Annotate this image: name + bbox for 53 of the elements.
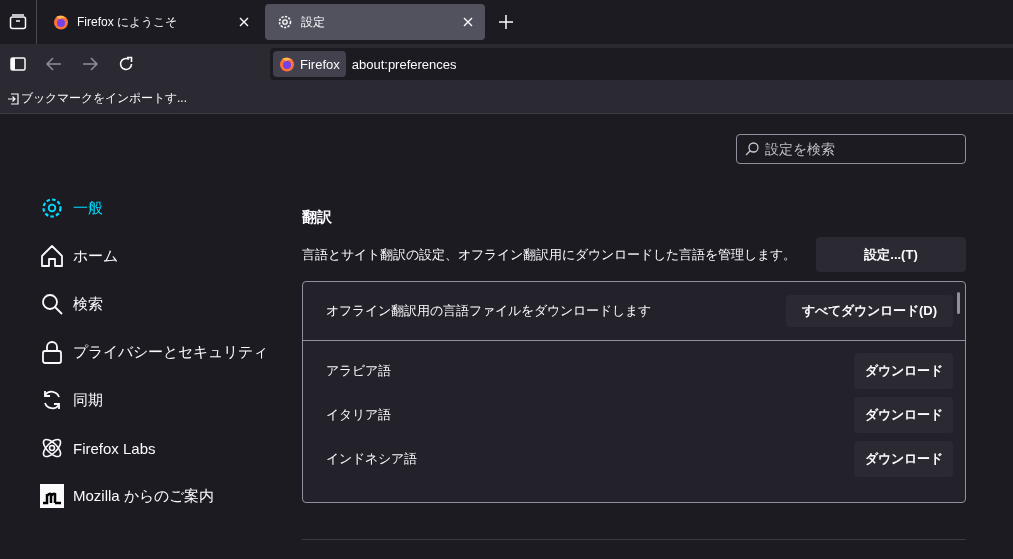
identity-button[interactable]: Firefox: [273, 51, 346, 77]
scrollbar-thumb[interactable]: [957, 292, 960, 314]
language-name: インドネシア語: [326, 450, 417, 468]
category-label: プライバシーとセキュリティ: [73, 342, 268, 362]
search-icon: [40, 292, 64, 316]
browser-tab[interactable]: Firefox にようこそ: [41, 4, 261, 40]
download-all-button[interactable]: すべてダウンロード(D): [785, 295, 953, 327]
settings-button[interactable]: 設定...(T): [816, 237, 966, 272]
tab-title: 設定: [301, 13, 326, 31]
address-bar[interactable]: Firefox about:preferences: [270, 48, 1013, 80]
import-icon: [7, 92, 19, 105]
forward-icon[interactable]: [82, 57, 98, 71]
category-item[interactable]: ホーム: [40, 244, 302, 268]
atom-icon: [40, 436, 64, 460]
category-item[interactable]: Firefox Labs: [40, 436, 302, 460]
category-label: ホーム: [73, 246, 118, 266]
category-label: 一般: [73, 198, 103, 218]
category-item[interactable]: Mozilla からのご案内: [40, 484, 302, 508]
category-item[interactable]: プライバシーとセキュリティ: [40, 340, 302, 364]
close-icon[interactable]: [239, 17, 249, 27]
category-item[interactable]: 検索: [40, 292, 302, 316]
sidebar-icon[interactable]: [10, 57, 26, 71]
search-field[interactable]: 設定を検索: [736, 134, 966, 164]
download-button[interactable]: ダウンロード: [854, 441, 953, 477]
category-item[interactable]: 一般: [40, 196, 302, 220]
language-name: アラビア語: [326, 362, 391, 380]
firefox-logo-icon: [53, 14, 69, 30]
gear-icon: [277, 14, 293, 30]
reload-icon[interactable]: [118, 56, 134, 72]
identity-label: Firefox: [300, 56, 340, 72]
category-item[interactable]: 同期: [40, 388, 302, 412]
url-text: about:preferences: [351, 56, 457, 72]
section-description: 言語とサイト翻訳の設定、オフライン翻訳用にダウンロードした言語を管理します。: [302, 245, 796, 264]
firefox-logo-icon: [279, 56, 295, 72]
download-all-label: オフライン翻訳用の言語ファイルをダウンロードします: [326, 302, 651, 320]
category-label: 検索: [73, 294, 103, 314]
back-icon[interactable]: [46, 57, 62, 71]
download-button[interactable]: ダウンロード: [854, 353, 953, 389]
new-tab-icon[interactable]: [499, 15, 513, 29]
category-label: Mozilla からのご案内: [73, 486, 214, 506]
mozilla-logo-icon: [40, 484, 64, 508]
home-icon: [40, 244, 64, 268]
section-heading: 翻訳: [302, 208, 333, 227]
download-button[interactable]: ダウンロード: [854, 397, 953, 433]
category-label: 同期: [73, 390, 103, 410]
tab-title: Firefox にようこそ: [77, 13, 178, 31]
gear-icon: [40, 196, 64, 220]
language-name: イタリア語: [326, 406, 391, 424]
lock-icon: [40, 340, 64, 364]
category-label: Firefox Labs: [73, 439, 156, 457]
close-icon[interactable]: [463, 17, 473, 27]
browser-tab[interactable]: 設定: [265, 4, 485, 40]
search-icon: [745, 142, 759, 156]
